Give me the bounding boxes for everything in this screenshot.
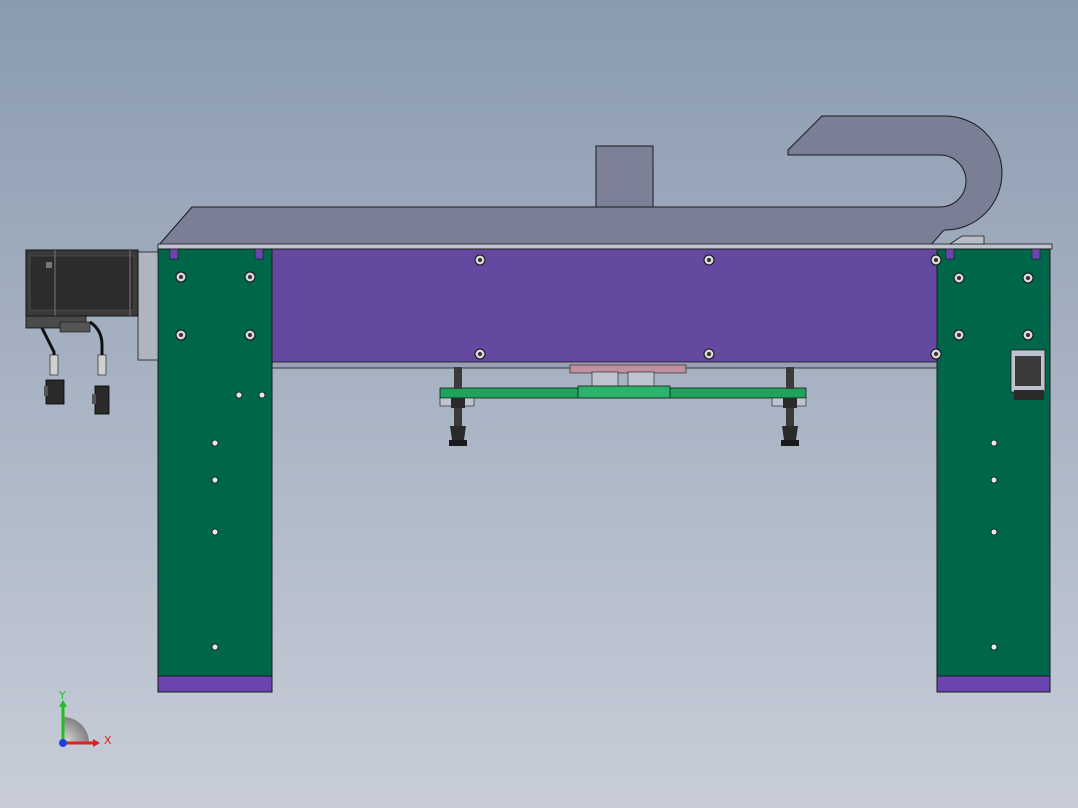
top-mount-block xyxy=(595,145,654,208)
gripper-plate-center xyxy=(577,385,671,399)
screw-socket xyxy=(478,352,482,356)
screw-socket xyxy=(707,352,711,356)
right-leg xyxy=(936,248,1051,678)
screw-socket xyxy=(248,333,252,337)
screw-socket xyxy=(934,352,938,356)
left-leg-notch-a xyxy=(169,248,179,260)
mounting-hole xyxy=(258,391,266,399)
main-beam xyxy=(271,248,939,366)
mounting-hole xyxy=(211,476,219,484)
screw-socket xyxy=(1026,276,1030,280)
screw-socket xyxy=(179,275,183,279)
right-foot xyxy=(936,675,1051,693)
mounting-hole xyxy=(990,476,998,484)
left-leg-notch-b xyxy=(254,248,264,260)
mounting-hole xyxy=(235,391,243,399)
x-axis-label: X xyxy=(104,734,112,747)
y-axis-label: Y xyxy=(58,689,66,702)
left-leg xyxy=(157,248,273,678)
screw-socket xyxy=(478,258,482,262)
screw-socket xyxy=(957,276,961,280)
right-leg-notch-b xyxy=(1031,248,1041,260)
mounting-hole xyxy=(211,528,219,536)
screw-socket xyxy=(934,258,938,262)
mounting-hole xyxy=(211,643,219,651)
screw-socket xyxy=(179,333,183,337)
screw-socket xyxy=(248,275,252,279)
mounting-hole xyxy=(990,528,998,536)
z-axis-point xyxy=(59,739,67,747)
left-foot xyxy=(157,675,273,693)
motor-connector-left xyxy=(44,379,65,405)
cad-viewport[interactable]: X Y xyxy=(0,0,1078,808)
right-leg-notch-a xyxy=(945,248,955,260)
assembly-drawing: X Y xyxy=(0,0,1078,808)
top-cover-plate xyxy=(157,243,1053,250)
mounting-hole xyxy=(990,439,998,447)
mounting-hole xyxy=(990,643,998,651)
proximity-sensor xyxy=(1010,349,1046,400)
beam-bottom-rail xyxy=(157,361,939,369)
screw-socket xyxy=(957,333,961,337)
mounting-hole xyxy=(211,439,219,447)
screw-socket xyxy=(1026,333,1030,337)
screw-socket xyxy=(707,258,711,262)
